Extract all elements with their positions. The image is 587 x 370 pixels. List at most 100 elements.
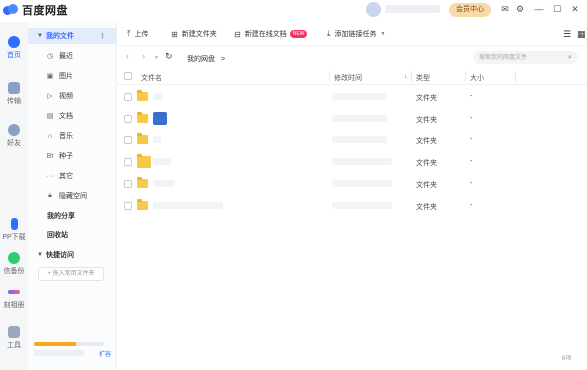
column-divider[interactable] bbox=[329, 71, 330, 82]
column-divider[interactable] bbox=[465, 71, 466, 82]
folder-icon bbox=[137, 199, 148, 210]
column-divider[interactable] bbox=[515, 71, 516, 82]
modified-time-redacted bbox=[332, 180, 392, 187]
transfer-icon bbox=[8, 82, 20, 94]
row-checkbox[interactable] bbox=[124, 202, 132, 210]
upload-icon: ⤒ bbox=[127, 29, 131, 38]
breadcrumb-item[interactable]: 我的网盘 bbox=[187, 56, 215, 63]
sidebar-item-images[interactable]: ▣ 图片 bbox=[28, 68, 117, 84]
rail-label: 好友 bbox=[7, 140, 21, 147]
file-name-redacted[interactable] bbox=[153, 112, 167, 125]
column-header-size[interactable]: 大小 bbox=[470, 73, 484, 83]
add-link-task-button[interactable]: ⤓ 添加链接任务 ▼ bbox=[327, 29, 386, 39]
sidebar-item-torrents[interactable]: Bt 种子 bbox=[28, 148, 117, 164]
row-checkbox[interactable] bbox=[124, 158, 132, 166]
file-type: 文件夹 bbox=[416, 95, 437, 102]
search-icon[interactable]: ⌕ bbox=[568, 54, 572, 62]
folder-plus-icon: ⊞ bbox=[171, 29, 178, 39]
add-pinned-folder-button[interactable]: + 拖入常用文件夹 bbox=[38, 267, 104, 281]
rail-item-album[interactable]: 刻相册 bbox=[0, 286, 28, 310]
view-grid-icon[interactable]: ▦ bbox=[577, 29, 586, 40]
sort-desc-icon[interactable]: ↓ bbox=[404, 73, 408, 80]
sidebar: ▼ 我的文件 ⋮ ◷ 最近 ▣ 图片 ▷ 视频 ▤ 文档 ∩ 音乐 Bt 种子 ··· 其它 … bbox=[28, 22, 117, 370]
breadcrumb: 我的网盘 > bbox=[187, 54, 225, 64]
folder-icon bbox=[137, 154, 151, 168]
sidebar-item-my-files[interactable]: ▼ 我的文件 ⋮ bbox=[28, 28, 117, 44]
breadcrumb-separator: > bbox=[220, 56, 226, 63]
table-row[interactable]: 文件夹 - bbox=[117, 195, 587, 217]
item-count: 6项 bbox=[562, 356, 572, 362]
row-checkbox[interactable] bbox=[124, 115, 132, 123]
wechat-backup-icon bbox=[8, 252, 20, 264]
table-row[interactable]: 文件夹 - bbox=[117, 108, 587, 130]
file-name-redacted[interactable] bbox=[153, 93, 163, 100]
row-checkbox[interactable] bbox=[124, 136, 132, 144]
table-row[interactable]: 文件夹 - bbox=[117, 151, 587, 173]
table-row[interactable]: 文件夹 - bbox=[117, 173, 587, 195]
back-icon[interactable]: ‹ bbox=[126, 52, 129, 61]
left-rail: 首页 传输 好友 PP下载 信备份 刻相册 工具 bbox=[0, 22, 28, 370]
upload-button[interactable]: ⤒ 上传 bbox=[127, 29, 149, 39]
refresh-icon[interactable]: ↻ bbox=[165, 52, 173, 61]
vip-center-button[interactable]: 会员中心 bbox=[449, 3, 491, 17]
row-checkbox[interactable] bbox=[124, 180, 132, 188]
file-name-redacted[interactable] bbox=[153, 202, 223, 209]
table-row[interactable]: 文件夹 - bbox=[117, 86, 587, 108]
baidu-cloud-logo-icon bbox=[3, 3, 19, 17]
more-icon[interactable]: ⋮ bbox=[99, 32, 106, 40]
file-name-redacted[interactable] bbox=[153, 158, 171, 165]
sidebar-item-my-share[interactable]: 我的分享 bbox=[28, 208, 117, 224]
sidebar-item-hidden-space[interactable]: 🔒︎ 隐藏空间 bbox=[28, 188, 117, 204]
sidebar-item-videos[interactable]: ▷ 视频 bbox=[28, 88, 117, 104]
maximize-icon[interactable]: ☐ bbox=[552, 4, 562, 14]
sidebar-item-quick-access[interactable]: ▼ 快捷访问 bbox=[28, 247, 117, 263]
rail-item-download[interactable]: PP下载 bbox=[0, 218, 28, 242]
username-redacted[interactable] bbox=[385, 5, 440, 13]
rail-item-tools[interactable]: 工具 bbox=[0, 326, 28, 350]
gear-icon[interactable]: ⚙ bbox=[515, 4, 525, 14]
file-type: 文件夹 bbox=[416, 182, 437, 189]
sidebar-item-music[interactable]: ∩ 音乐 bbox=[28, 128, 117, 144]
rail-item-transfer[interactable]: 传输 bbox=[0, 82, 28, 106]
minimize-icon[interactable]: — bbox=[534, 4, 544, 14]
forward-icon[interactable]: › bbox=[142, 52, 145, 61]
file-name-redacted[interactable] bbox=[153, 180, 175, 187]
sidebar-item-other[interactable]: ··· 其它 bbox=[28, 168, 117, 184]
file-type: 文件夹 bbox=[416, 204, 437, 211]
new-online-doc-button[interactable]: ⊟ 新建在线文档 NEW bbox=[234, 29, 308, 39]
expand-storage-link[interactable]: 扩容 bbox=[99, 349, 111, 358]
chevron-down-icon: ▼ bbox=[37, 252, 43, 258]
search-input[interactable] bbox=[473, 51, 578, 64]
history-dropdown-icon[interactable]: ▼ bbox=[154, 54, 159, 63]
column-divider[interactable] bbox=[411, 71, 412, 82]
download-icon bbox=[10, 218, 18, 230]
sidebar-item-recycle-bin[interactable]: 回收站 bbox=[28, 227, 117, 243]
file-name-redacted[interactable] bbox=[153, 136, 161, 143]
sort-icon[interactable]: ☰ bbox=[563, 29, 571, 40]
sidebar-item-label: 快捷访问 bbox=[45, 252, 74, 259]
add-link-task-label: 添加链接任务 bbox=[334, 31, 377, 38]
avatar[interactable] bbox=[366, 2, 381, 17]
rail-item-wechat-backup[interactable]: 信备份 bbox=[0, 252, 28, 276]
chevron-down-icon[interactable]: ▼ bbox=[381, 31, 386, 37]
sidebar-item-recent[interactable]: ◷ 最近 bbox=[28, 48, 117, 64]
row-checkbox[interactable] bbox=[124, 93, 132, 101]
column-header-modified[interactable]: 修改时间 bbox=[334, 73, 362, 83]
sidebar-item-label: 回收站 bbox=[47, 232, 68, 239]
sidebar-item-docs[interactable]: ▤ 文档 bbox=[28, 108, 117, 124]
sidebar-item-label: 我的文件 bbox=[45, 33, 74, 40]
file-type: 文件夹 bbox=[416, 117, 437, 124]
rail-item-friends[interactable]: 好友 bbox=[0, 124, 28, 148]
mail-icon[interactable]: ✉ bbox=[500, 4, 510, 14]
rail-label: 信备份 bbox=[3, 268, 25, 275]
select-all-checkbox[interactable] bbox=[124, 72, 132, 80]
column-header-name[interactable]: 文件名 bbox=[141, 73, 162, 83]
table-row[interactable]: 文件夹 - bbox=[117, 129, 587, 151]
top-bar: 百度网盘 会员中心 ✉ ⚙ — ☐ ✕ bbox=[0, 0, 587, 22]
modified-time-redacted bbox=[332, 115, 387, 122]
rail-item-home[interactable]: 首页 bbox=[0, 36, 28, 60]
close-icon[interactable]: ✕ bbox=[570, 4, 580, 14]
album-icon bbox=[8, 290, 20, 294]
column-header-type[interactable]: 类型 bbox=[416, 73, 430, 83]
new-folder-button[interactable]: ⊞ 新建文件夹 bbox=[171, 29, 217, 39]
